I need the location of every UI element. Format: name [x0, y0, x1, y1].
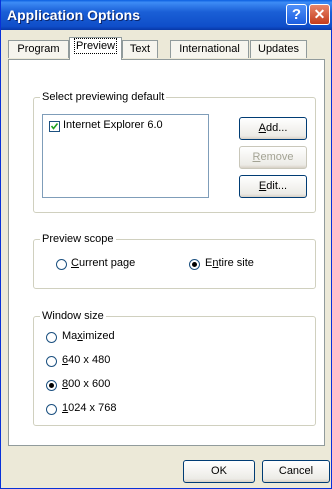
remove-button[interactable]: Remove — [239, 146, 307, 169]
title-bar[interactable]: Application Options ? ✕ — [1, 0, 332, 30]
maximized-label[interactable]: Maximized — [62, 330, 115, 342]
current-page-label[interactable]: Current page — [71, 257, 135, 269]
tab-strip: Program Preview Text International Updat… — [8, 37, 326, 60]
help-button[interactable]: ? — [286, 4, 307, 25]
size-800-label[interactable]: 800 x 600 — [62, 378, 110, 390]
window-size-legend: Window size — [40, 310, 106, 322]
size-1024-radio[interactable] — [46, 404, 57, 415]
window-title: Application Options — [7, 7, 140, 23]
preview-scope-legend: Preview scope — [40, 233, 116, 245]
check-icon — [50, 123, 59, 130]
maximized-radio[interactable] — [46, 332, 57, 343]
options-dialog: Application Options ? ✕ Program Preview … — [0, 0, 332, 489]
current-page-radio[interactable] — [56, 259, 67, 270]
browser-checkbox[interactable] — [49, 121, 60, 132]
add-button[interactable]: Add... — [239, 117, 307, 140]
edit-button[interactable]: Edit... — [239, 175, 307, 198]
cancel-button[interactable]: Cancel — [262, 460, 330, 483]
tab-text[interactable]: Text — [122, 40, 158, 58]
entire-site-radio[interactable] — [189, 259, 200, 270]
entire-site-label[interactable]: Entire site — [205, 257, 254, 269]
size-640-radio[interactable] — [46, 356, 57, 367]
size-640-label[interactable]: 640 x 480 — [62, 354, 110, 366]
size-1024-label[interactable]: 1024 x 768 — [62, 402, 116, 414]
tab-international[interactable]: International — [170, 40, 249, 58]
tab-program[interactable]: Program — [8, 40, 69, 58]
close-button[interactable]: ✕ — [309, 4, 330, 25]
browser-list[interactable]: Internet Explorer 6.0 — [42, 114, 209, 198]
tab-updates[interactable]: Updates — [250, 40, 307, 58]
size-800-radio[interactable] — [46, 380, 57, 391]
browser-item-label[interactable]: Internet Explorer 6.0 — [63, 119, 163, 131]
ok-button[interactable]: OK — [183, 460, 255, 483]
tab-preview[interactable]: Preview — [69, 37, 122, 60]
preview-default-legend: Select previewing default — [40, 91, 167, 103]
